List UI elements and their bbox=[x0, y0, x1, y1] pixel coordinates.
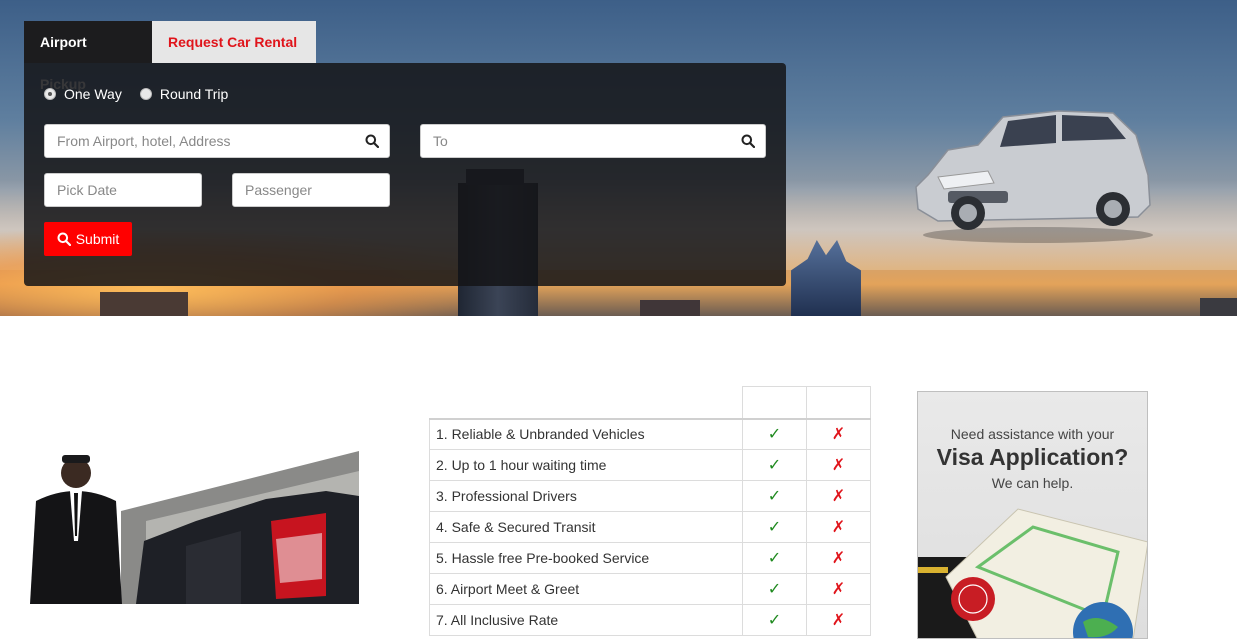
search-icon[interactable] bbox=[741, 134, 755, 148]
round-trip-radio[interactable] bbox=[139, 88, 152, 100]
table-row: 4. Safe & Secured Transit ✓ ✗ bbox=[429, 511, 871, 543]
pick-date-input[interactable] bbox=[45, 174, 201, 206]
header-col-us bbox=[742, 386, 807, 420]
table-row: 2. Up to 1 hour waiting time ✓ ✗ bbox=[429, 449, 871, 481]
tab-request-car-rental[interactable]: Request Car Rental bbox=[152, 21, 316, 63]
cross-icon: ✗ bbox=[806, 449, 871, 481]
tab-airport-pickup[interactable]: Airport Pickup bbox=[24, 21, 152, 92]
table-row: 1. Reliable & Unbranded Vehicles ✓ ✗ bbox=[429, 418, 871, 450]
cross-icon: ✗ bbox=[806, 542, 871, 574]
check-icon: ✓ bbox=[742, 573, 807, 605]
cross-icon: ✗ bbox=[806, 573, 871, 605]
from-field bbox=[44, 124, 390, 158]
table-row: 7. All Inclusive Rate ✓ ✗ bbox=[429, 604, 871, 636]
search-icon bbox=[57, 232, 71, 246]
trip-type-group: One Way Round Trip bbox=[44, 86, 246, 102]
visa-ad-banner[interactable]: Need assistance with your Visa Applicati… bbox=[917, 391, 1148, 639]
submit-label: Submit bbox=[75, 231, 120, 247]
feature-label: 5. Hassle free Pre-booked Service bbox=[429, 542, 743, 574]
building bbox=[100, 292, 188, 316]
visa-ad-line1: Need assistance with your bbox=[950, 426, 1115, 442]
chauffeur-image bbox=[26, 451, 359, 604]
date-field bbox=[44, 173, 202, 207]
feature-label: 2. Up to 1 hour waiting time bbox=[429, 449, 743, 481]
cross-icon: ✗ bbox=[806, 604, 871, 636]
table-header-row bbox=[429, 386, 871, 420]
cross-icon: ✗ bbox=[806, 480, 871, 512]
to-field bbox=[420, 124, 766, 158]
visa-ad-line3: We can help. bbox=[991, 475, 1074, 491]
one-way-label[interactable]: One Way bbox=[64, 86, 122, 102]
check-icon: ✓ bbox=[742, 418, 807, 450]
cross-icon: ✗ bbox=[806, 418, 871, 450]
building bbox=[1200, 298, 1237, 316]
table-row: 5. Hassle free Pre-booked Service ✓ ✗ bbox=[429, 542, 871, 574]
passenger-field bbox=[232, 173, 390, 207]
from-input[interactable] bbox=[45, 125, 389, 157]
check-icon: ✓ bbox=[742, 449, 807, 481]
feature-label: 1. Reliable & Unbranded Vehicles bbox=[429, 418, 743, 450]
feature-label: 7. All Inclusive Rate bbox=[429, 604, 743, 636]
cross-icon: ✗ bbox=[806, 511, 871, 543]
search-icon[interactable] bbox=[365, 134, 379, 148]
visa-ad-headline: Visa Application? bbox=[936, 444, 1129, 470]
table-row: 3. Professional Drivers ✓ ✗ bbox=[429, 480, 871, 512]
feature-label: 4. Safe & Secured Transit bbox=[429, 511, 743, 543]
passport-visa-image bbox=[918, 508, 1147, 638]
table-row: 6. Airport Meet & Greet ✓ ✗ bbox=[429, 573, 871, 605]
suv-car-image bbox=[915, 110, 1153, 243]
feature-label: 6. Airport Meet & Greet bbox=[429, 573, 743, 605]
building bbox=[640, 300, 700, 316]
submit-button[interactable]: Submit bbox=[44, 222, 132, 256]
round-trip-label[interactable]: Round Trip bbox=[160, 86, 228, 102]
one-way-radio[interactable] bbox=[44, 88, 56, 100]
comparison-table: 1. Reliable & Unbranded Vehicles ✓ ✗ 2. … bbox=[429, 386, 871, 636]
check-icon: ✓ bbox=[742, 604, 807, 636]
check-icon: ✓ bbox=[742, 480, 807, 512]
passenger-input[interactable] bbox=[233, 174, 389, 206]
header-blank bbox=[429, 386, 743, 420]
check-icon: ✓ bbox=[742, 511, 807, 543]
to-input[interactable] bbox=[421, 125, 765, 157]
feature-label: 3. Professional Drivers bbox=[429, 480, 743, 512]
header-col-others bbox=[806, 386, 871, 420]
check-icon: ✓ bbox=[742, 542, 807, 574]
